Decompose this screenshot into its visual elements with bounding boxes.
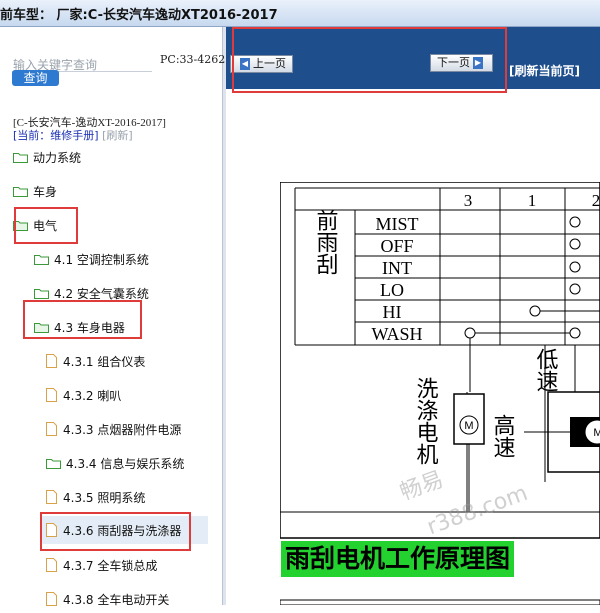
current-manual: [当前：维修手册] [刷新]: [13, 127, 133, 143]
arrow-left-icon: ◀: [240, 58, 250, 70]
tree-item-label: 4.2 安全气囊系统: [54, 286, 149, 301]
folder-icon: [13, 152, 28, 163]
document-icon: [46, 388, 57, 402]
row-label: WASH: [371, 324, 422, 344]
tree-item-switches[interactable]: 4.3.8 全车电动开关: [46, 585, 169, 613]
tree-item-label: 电气: [33, 218, 58, 233]
arrow-right-icon: ▶: [473, 57, 483, 69]
wiper-motor-symbol: M: [593, 427, 600, 439]
row-label: MIST: [375, 214, 418, 234]
tree-item-lighting[interactable]: 4.3.5 照明系统: [46, 483, 145, 511]
tree-item-lighter[interactable]: 4.3.3 点烟器附件电源: [46, 415, 181, 443]
col-header: 2: [592, 191, 600, 210]
row-label: OFF: [380, 236, 413, 256]
tree-item-infotainment[interactable]: 4.3.4 信息与娱乐系统: [46, 449, 184, 477]
title-bar: 前车型： 厂家:C-长安汽车逸动XT2016-2017: [0, 0, 600, 27]
tree-item-label: 4.1 空调控制系统: [54, 252, 149, 267]
tree-item-ac[interactable]: 4.1 空调控制系统: [34, 245, 149, 273]
document-icon: [46, 592, 57, 606]
washer-motor-label: 洗涤电机: [413, 377, 439, 465]
window-title: 前车型： 厂家:C-长安汽车逸动XT2016-2017: [0, 8, 278, 23]
tree-item-horn[interactable]: 4.3.2 喇叭: [46, 381, 121, 409]
tree-item-label: 动力系统: [33, 150, 82, 165]
tree-item-label: 4.3 车身电器: [54, 320, 125, 335]
pc-label: PC:33-4262: [160, 53, 226, 66]
tree-item-locks[interactable]: 4.3.7 全车锁总成: [46, 551, 157, 579]
tree-item-wiper-washer[interactable]: 4.3.6 雨刮器与洗涤器: [40, 516, 208, 544]
col-header: 3: [464, 191, 473, 210]
tree-item-label: 4.3.2 喇叭: [63, 388, 122, 403]
low-speed-label: 低速: [533, 348, 559, 392]
document-icon: [46, 558, 57, 572]
document-icon: [46, 523, 57, 537]
diagram-caption: 雨刮电机工作原理图: [281, 541, 515, 577]
folder-open-icon: [13, 220, 28, 231]
tree-item-label: 4.3.5 照明系统: [63, 490, 146, 505]
folder-icon: [46, 458, 61, 469]
tree-item-label: 车身: [33, 184, 58, 199]
folder-icon: [13, 186, 28, 197]
tree-item-label: 4.3.4 信息与娱乐系统: [66, 456, 185, 471]
prev-label: 上一页: [253, 57, 286, 70]
refresh-page-link[interactable]: [刷新当前页]: [509, 62, 580, 79]
refresh-link[interactable]: [刷新]: [102, 129, 133, 142]
tree-item-powertrain[interactable]: 动力系统: [13, 143, 81, 171]
document-icon: [46, 422, 57, 436]
tree-item-body-electrical[interactable]: 4.3 车身电器: [34, 313, 125, 341]
row-label: LO: [380, 280, 404, 300]
prev-page-button[interactable]: ◀ 上一页: [230, 55, 293, 73]
row-label: HI: [383, 302, 402, 322]
high-speed-label: 高速: [490, 414, 516, 458]
col-header: 1: [528, 191, 537, 210]
row-label: INT: [382, 258, 412, 278]
tree-item-cluster[interactable]: 4.3.1 组合仪表: [46, 347, 145, 375]
next-page-button[interactable]: 下一页 ▶: [430, 54, 493, 72]
tree-item-electrical[interactable]: 电气: [13, 211, 57, 239]
next-label: 下一页: [437, 56, 470, 69]
washer-motor-symbol: M: [464, 420, 473, 432]
tree-item-body[interactable]: 车身: [13, 177, 57, 205]
tree-item-label: 4.3.6 雨刮器与洗涤器: [63, 523, 182, 538]
tree-item-label: 4.3.7 全车锁总成: [63, 558, 158, 573]
tree-item-label: 4.3.3 点烟器附件电源: [63, 422, 182, 437]
folder-open-icon: [34, 322, 49, 333]
query-button[interactable]: 查询: [12, 70, 59, 86]
tree-item-label: 4.3.1 组合仪表: [63, 354, 146, 369]
folder-icon: [34, 254, 49, 265]
group-label: 前雨刮: [313, 209, 339, 275]
document-icon: [46, 490, 57, 504]
current-label: [当前：维修手册]: [13, 129, 99, 142]
document-icon: [46, 354, 57, 368]
folder-icon: [34, 288, 49, 299]
tree-item-airbag[interactable]: 4.2 安全气囊系统: [34, 279, 149, 307]
